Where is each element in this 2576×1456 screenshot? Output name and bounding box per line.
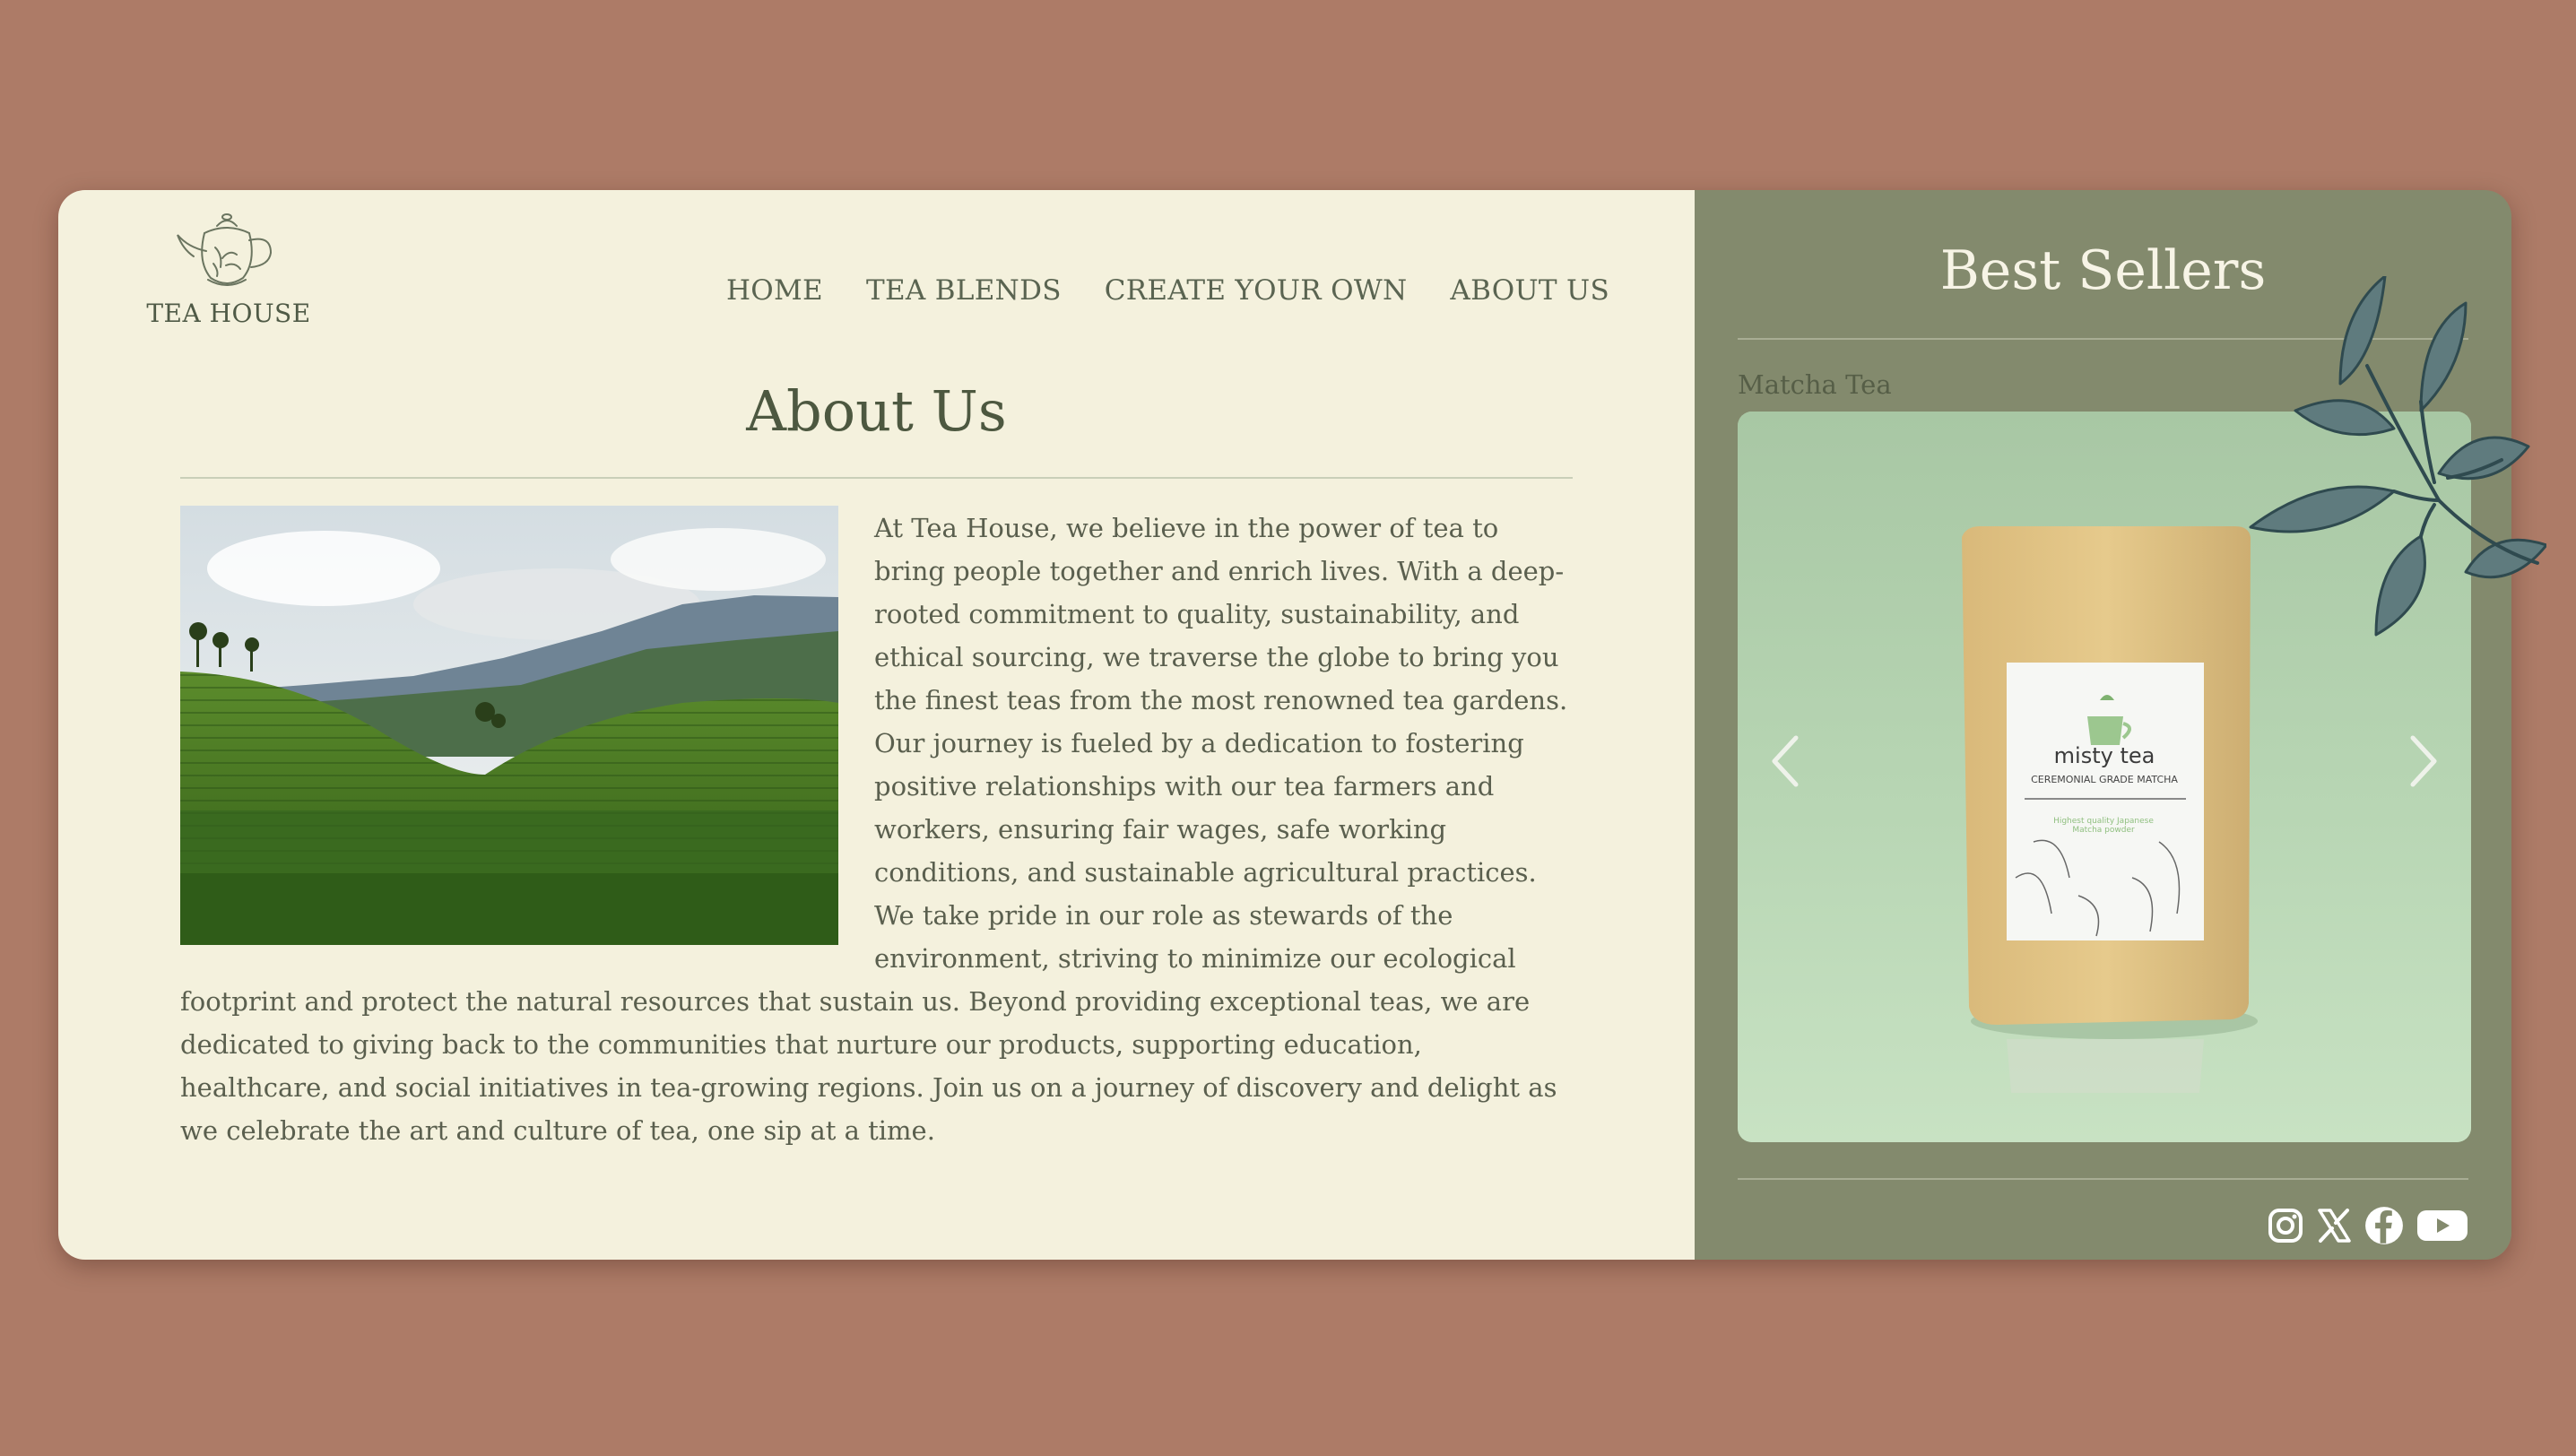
nav-home[interactable]: HOME <box>726 274 823 307</box>
x-icon[interactable] <box>2316 1206 2352 1245</box>
carousel-prev-icon[interactable] <box>1760 725 1814 797</box>
nav-create-your-own[interactable]: CREATE YOUR OWN <box>1105 274 1408 307</box>
tea-plantation-image <box>180 506 838 945</box>
nav-tea-blends[interactable]: TEA BLENDS <box>866 274 1062 307</box>
about-content: At Tea House, we believe in the power of… <box>180 506 1573 1152</box>
decorative-leaves <box>2249 276 2546 637</box>
package-tagline: Highest quality Japanese Matcha powder <box>2053 817 2154 835</box>
main-card: TEA HOUSE HOME TEA BLENDS CREATE YOUR OW… <box>58 190 2511 1260</box>
about-panel: TEA HOUSE HOME TEA BLENDS CREATE YOUR OW… <box>58 190 1695 1260</box>
youtube-icon[interactable] <box>2416 1206 2468 1245</box>
page-title: About Us <box>746 378 1007 444</box>
logo[interactable]: TEA HOUSE <box>143 208 314 328</box>
instagram-icon[interactable] <box>2268 1206 2303 1245</box>
title-divider <box>180 477 1573 479</box>
nav-about-us[interactable]: ABOUT US <box>1450 274 1609 307</box>
facebook-icon[interactable] <box>2364 1206 2404 1245</box>
package-subtitle: CEREMONIAL GRADE MATCHA <box>2031 774 2178 785</box>
footer-divider <box>1738 1178 2468 1180</box>
package-brand: misty tea <box>2053 743 2155 768</box>
teapot-icon <box>177 213 273 286</box>
social-links <box>2268 1206 2468 1245</box>
product-name: Matcha Tea <box>1738 369 1892 400</box>
main-nav: HOME TEA BLENDS CREATE YOUR OWN ABOUT US <box>726 274 1609 307</box>
brand-name: TEA HOUSE <box>146 299 311 328</box>
carousel-next-icon[interactable] <box>2395 725 2449 797</box>
